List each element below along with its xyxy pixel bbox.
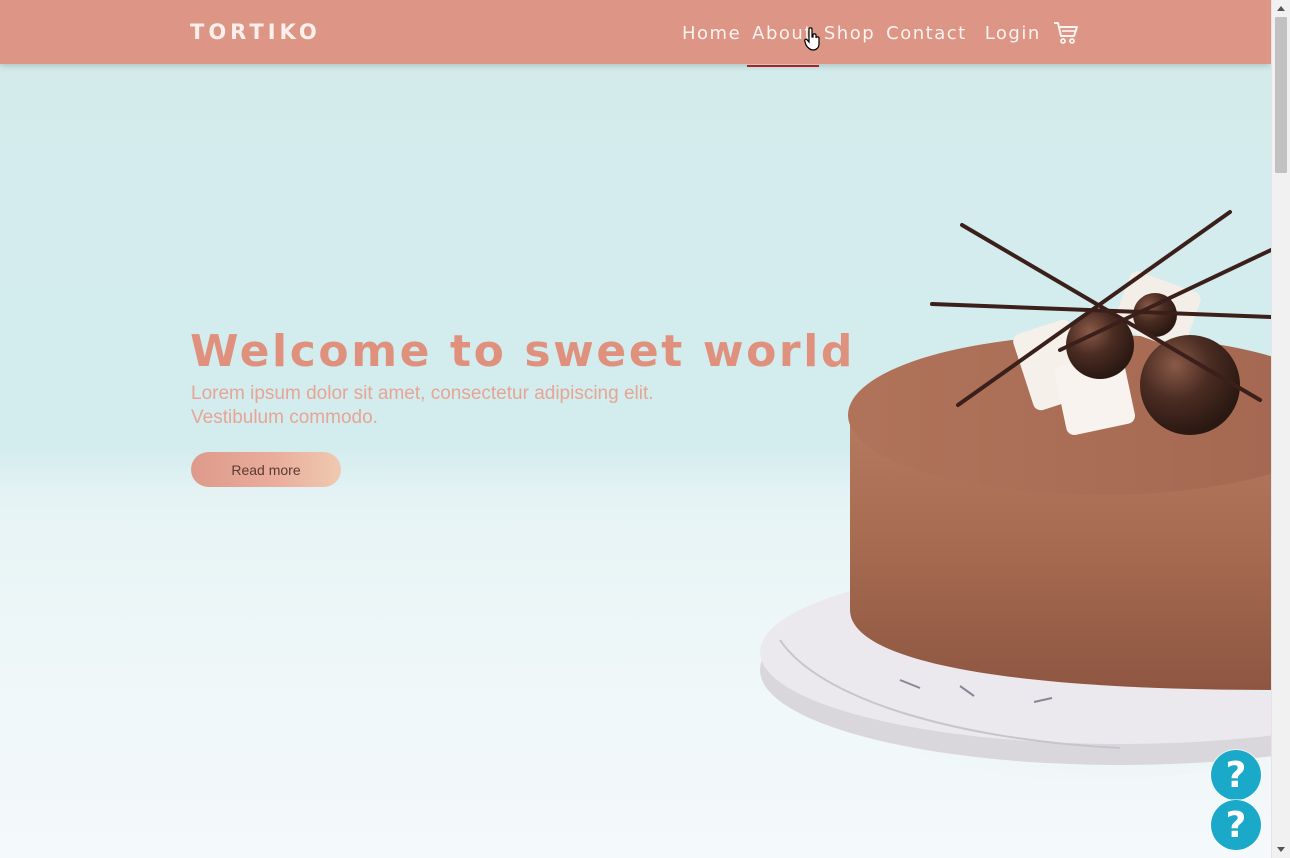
hero-subtitle: Lorem ipsum dolor sit amet, consectetur … — [191, 383, 654, 428]
hero-title: Welcome to sweet world — [190, 326, 856, 377]
navbar: TORTIKO Home About Shop Contact Login — [0, 0, 1271, 67]
help-question-icon[interactable]: ? — [1211, 750, 1261, 800]
nav-shop-link[interactable]: Shop — [824, 23, 875, 44]
shopping-cart-icon[interactable] — [1053, 21, 1079, 45]
nav-login-link[interactable]: Login — [985, 23, 1041, 44]
scroll-up-arrow-icon[interactable] — [1277, 6, 1285, 11]
read-more-button[interactable]: Read more — [191, 452, 341, 487]
hand-cursor-icon — [804, 27, 820, 51]
cake-image — [760, 210, 1271, 780]
help-question-icon-secondary[interactable]: ? — [1211, 800, 1261, 850]
vertical-scrollbar[interactable] — [1271, 0, 1290, 858]
nav-home-link[interactable]: Home — [682, 23, 741, 44]
scroll-down-arrow-icon[interactable] — [1277, 847, 1285, 852]
page: Welcome to sweet world Lorem ipsum dolor… — [0, 0, 1271, 858]
main-nav: Home About Shop Contact Login — [682, 21, 1079, 67]
brand-logo[interactable]: TORTIKO — [190, 20, 321, 44]
nav-contact-link[interactable]: Contact — [886, 23, 967, 44]
scroll-thumb[interactable] — [1275, 17, 1287, 173]
